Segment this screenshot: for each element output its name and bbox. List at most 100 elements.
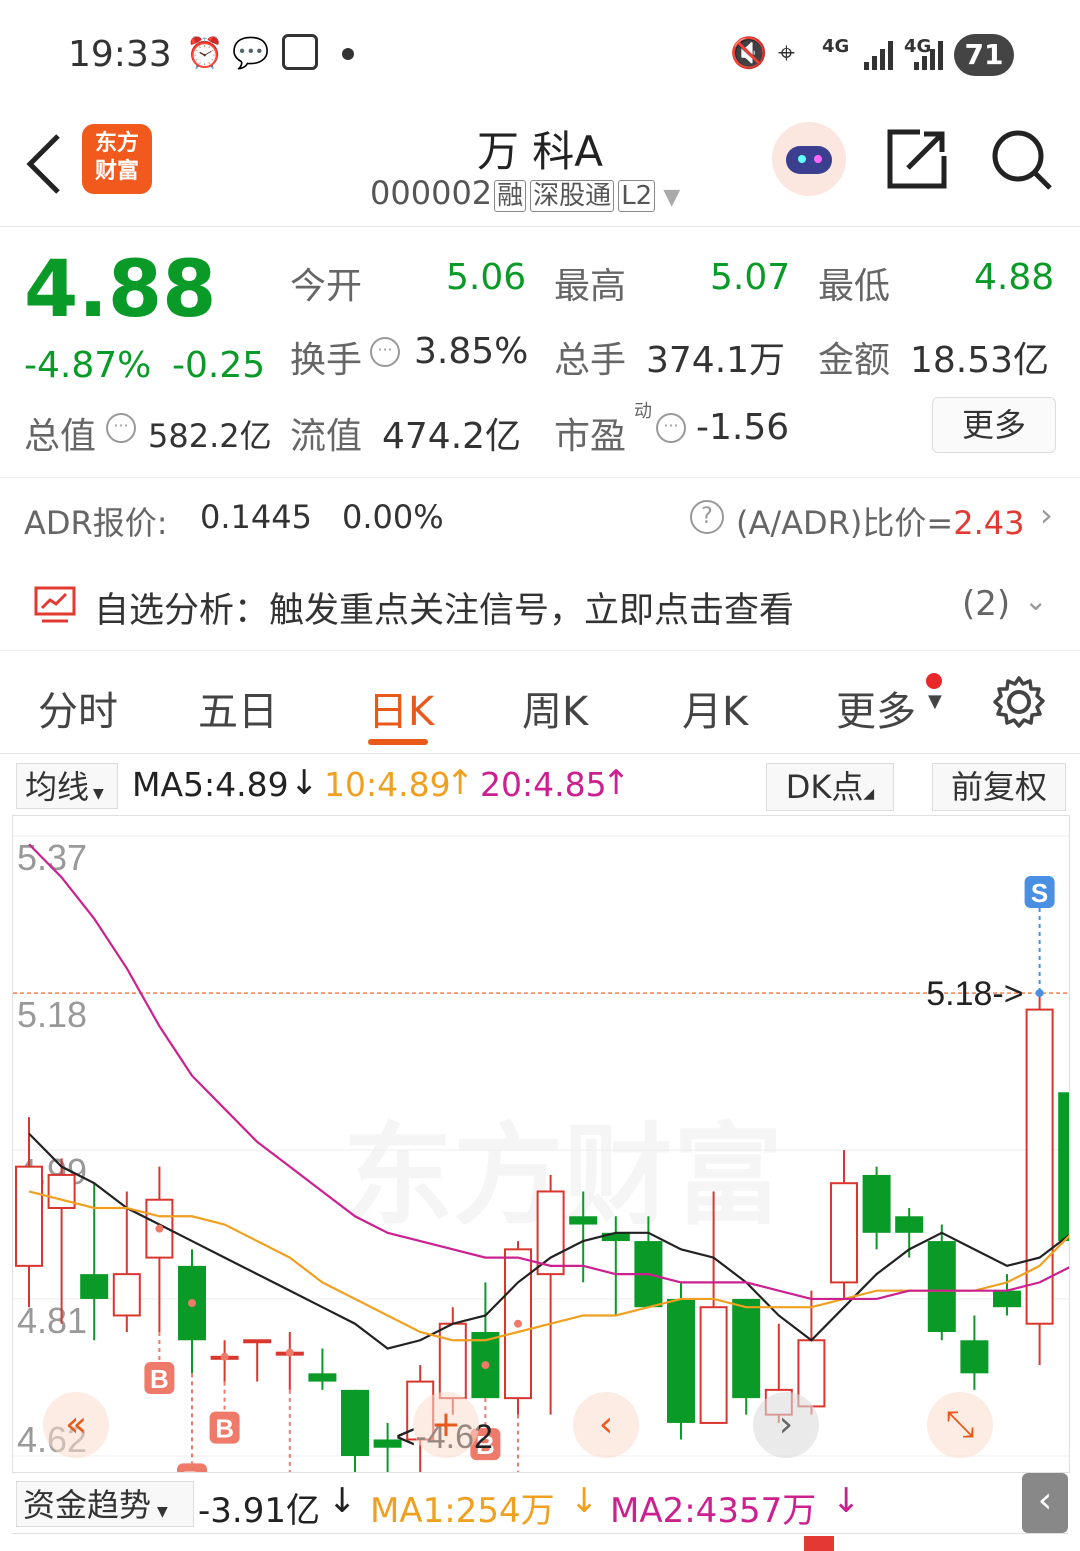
amount-value: 18.53亿 xyxy=(910,340,1050,381)
high-label: 最高 xyxy=(554,266,627,307)
mktcap-value: 582.2亿 xyxy=(148,417,272,455)
mktcap-info-icon[interactable]: ··· xyxy=(106,413,136,443)
candle-body xyxy=(699,1306,728,1424)
ma5-trend-icon: ↓ xyxy=(290,763,319,803)
active-tab-indicator xyxy=(368,739,428,745)
candle-body xyxy=(830,1182,858,1284)
signal-dot xyxy=(220,1352,229,1361)
scroll-right-icon[interactable]: › xyxy=(753,1392,819,1458)
buy-signal-label: B xyxy=(150,1364,169,1394)
crosshair-icon[interactable]: + xyxy=(413,1392,479,1458)
scroll-left-fast-icon[interactable]: « xyxy=(43,1392,109,1458)
signal-dot xyxy=(1035,989,1044,998)
logo-text-bottom: 财富 xyxy=(94,159,139,184)
candle-body xyxy=(895,1216,924,1233)
signal-banner[interactable]: 自选分析：触发重点关注信号，立即点击查看 (2) ⌄ xyxy=(0,560,1080,651)
more-dropdown-icon: ▼ xyxy=(928,691,942,712)
network-label: 4G xyxy=(822,36,850,57)
logo-text-top: 东方 xyxy=(94,131,139,156)
candle-body xyxy=(732,1298,761,1399)
turnover-info-icon[interactable]: ··· xyxy=(370,337,400,367)
candle-body xyxy=(341,1389,369,1456)
candle-body xyxy=(80,1274,109,1299)
help-icon[interactable]: ? xyxy=(690,500,724,534)
analysis-chart-icon xyxy=(34,586,76,623)
status-time: 19:33 xyxy=(68,34,172,75)
dk-point-button[interactable]: DK点◢ xyxy=(766,763,894,811)
buy-signal-label: B xyxy=(215,1414,234,1444)
dot-icon xyxy=(342,48,354,60)
tab-five-day[interactable]: 五日 xyxy=(198,679,278,737)
candle-body xyxy=(1058,1092,1069,1242)
signal-text: 自选分析：触发重点关注信号，立即点击查看 xyxy=(94,591,795,631)
adr-row[interactable]: ADR报价: 0.1445 0.00% ? (A/ADR)比价=2.43 › xyxy=(0,478,1080,558)
tab-weekly-k[interactable]: 周K xyxy=(522,679,588,737)
stock-name[interactable]: 万 科A xyxy=(340,118,740,179)
stock-code: 000002 xyxy=(370,174,493,212)
assistant-avatar-icon[interactable] xyxy=(772,122,846,196)
status-bar: 19:33 ⏰ 💬 🔇 ⌖ 4G 4G 71 xyxy=(0,0,1080,110)
fund-ma1-trend-icon: ↓ xyxy=(570,1481,599,1521)
ma5-value: MA5:4.89 xyxy=(132,765,289,804)
candle-body xyxy=(15,1165,43,1267)
fund-trend-bar: 资金趋势 ▼ -3.91亿 ↓ MA1:254万 ↓ MA2:4357万 ↓ ‹ xyxy=(0,1473,1080,1533)
signal-count: (2) xyxy=(962,584,1011,624)
more-quote-button[interactable]: 更多 xyxy=(932,397,1056,453)
kline-svg: 5.375.184.994.814.62BBBBBBS5.18-><-4.62 xyxy=(13,835,1069,1472)
settings-gear-icon[interactable] xyxy=(992,675,1046,729)
badge-level: L2 xyxy=(618,180,656,212)
quote-panel: 4.88 -4.87% -0.25 今开 5.06 最高 5.07 最低 4.8… xyxy=(0,227,1080,478)
tab-daily-k[interactable]: 日K xyxy=(368,679,434,737)
signal-dot xyxy=(514,1319,522,1328)
ma-selector-arrow-icon: ▼ xyxy=(93,786,104,802)
pe-info-icon[interactable]: ··· xyxy=(656,413,686,443)
back-icon[interactable] xyxy=(24,132,64,196)
tab-intraday[interactable]: 分时 xyxy=(38,679,118,737)
volume-label: 总手 xyxy=(554,340,627,381)
screenshot-icon xyxy=(282,34,318,70)
app-logo[interactable]: 东方 财富 xyxy=(82,124,152,194)
float-value: 474.2亿 xyxy=(382,416,522,457)
candle-body xyxy=(862,1174,891,1233)
period-tabs: 分时 五日 日K 周K 月K 更多 ▼ xyxy=(0,651,1080,754)
adr-change: 0.00% xyxy=(342,498,444,536)
share-icon[interactable] xyxy=(886,128,948,190)
open-label: 今开 xyxy=(290,266,363,307)
tab-monthly-k[interactable]: 月K xyxy=(682,679,748,737)
open-value: 5.06 xyxy=(446,257,527,298)
fund-ma2-value: MA2:4357万 xyxy=(610,1491,817,1531)
ma-selector[interactable]: 均线 ▼ xyxy=(16,763,118,809)
dropdown-icon: ▼ xyxy=(663,185,681,210)
sell-signal-label: S xyxy=(1031,878,1048,908)
adr-ratio-value: 2.43 xyxy=(953,504,1025,542)
candle-body xyxy=(927,1241,956,1332)
signal-icon-2 xyxy=(914,41,943,70)
fund-ma1-value: MA1:254万 xyxy=(370,1491,555,1531)
scroll-left-icon[interactable]: ‹ xyxy=(573,1392,639,1458)
ma-indicator-bar: 均线 ▼ MA5:4.89 ↓ 10:4.89 ↑ 20:4.85 ↑ DK点◢ … xyxy=(0,757,1080,815)
stock-code-row[interactable]: 000002 融深股通 L2 ▼ xyxy=(370,174,680,212)
fund-selector[interactable]: 资金趋势 ▼ xyxy=(16,1481,194,1527)
ma20-value: 20:4.85 xyxy=(480,765,607,804)
tab-more[interactable]: 更多 xyxy=(836,679,916,737)
wechat-icon: 💬 xyxy=(232,36,270,71)
signal-dot xyxy=(155,1224,164,1233)
collapse-panel-icon[interactable]: ‹ xyxy=(1022,1473,1068,1533)
y-tick-label: 5.37 xyxy=(17,837,87,878)
chevron-down-icon[interactable]: ⌄ xyxy=(1024,584,1047,617)
fund-bar-mark xyxy=(804,1536,834,1551)
signal-icon xyxy=(864,41,893,70)
low-label: 最低 xyxy=(818,266,891,307)
search-icon[interactable] xyxy=(990,128,1054,192)
fund-selector-label: 资金趋势 xyxy=(23,1486,152,1524)
turnover-label: 换手 xyxy=(290,340,363,381)
pe-value: -1.56 xyxy=(696,407,790,448)
ma10-trend-icon: ↑ xyxy=(446,763,475,803)
candle-body xyxy=(993,1290,1021,1308)
float-label: 流值 xyxy=(290,416,363,457)
price-adjust-button[interactable]: 前复权 xyxy=(932,763,1066,811)
battery-level: 71 xyxy=(964,38,1004,71)
kline-chart[interactable]: 东方财富 5.375.184.994.814.62BBBBBBS5.18-><-… xyxy=(12,815,1070,1473)
header-bar: 东方 财富 万 科A 000002 融深股通 L2 ▼ xyxy=(0,110,1080,227)
fullscreen-icon[interactable]: ⤡ xyxy=(927,1392,993,1458)
